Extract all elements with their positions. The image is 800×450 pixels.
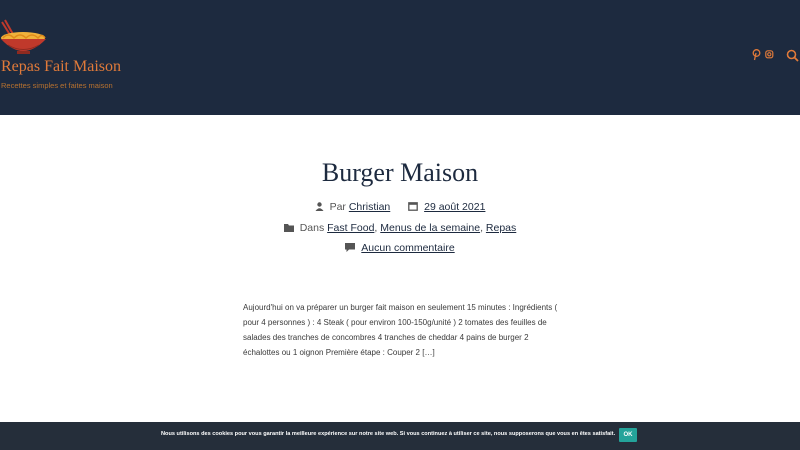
pinterest-icon[interactable] (752, 49, 761, 61)
user-icon (315, 202, 324, 211)
cookie-accept-button[interactable]: OK (619, 428, 637, 442)
instagram-icon[interactable] (765, 49, 774, 61)
folder-icon (283, 224, 294, 232)
post-title[interactable]: Burger Maison (0, 158, 800, 188)
site-header: Repas Fait Maison Recettes simples et fa… (0, 0, 800, 115)
cookie-message: Nous utilisons des cookies pour vous gar… (161, 431, 616, 437)
categories-prefix: Dans (299, 222, 325, 234)
calendar-icon (408, 202, 418, 211)
category-link[interactable]: Repas (486, 222, 516, 234)
author-link[interactable]: Christian (349, 201, 390, 213)
cookie-consent-bar: Nous utilisons des cookies pour vous gar… (0, 422, 800, 450)
category-link[interactable]: Menus de la semaine (380, 222, 480, 234)
site-title[interactable]: Repas Fait Maison (1, 58, 121, 76)
noodle-bowl-logo-icon[interactable] (0, 18, 48, 58)
post-meta-author-date: Par Christian 29 août 2021 (0, 201, 800, 213)
post-date-link[interactable]: 29 août 2021 (424, 201, 485, 213)
comments-link[interactable]: Aucun commentaire (361, 242, 454, 254)
author-prefix: Par (329, 201, 346, 213)
post-meta-categories: Dans Fast Food, Menus de la semaine, Rep… (0, 222, 800, 234)
post-excerpt: Aujourd'hui on va préparer un burger fai… (243, 303, 558, 357)
post-meta-comments: Aucun commentaire (0, 242, 800, 254)
search-icon[interactable] (786, 49, 799, 62)
category-link[interactable]: Fast Food (327, 222, 374, 234)
comment-icon (345, 243, 356, 252)
site-tagline: Recettes simples et faites maison (1, 81, 113, 90)
